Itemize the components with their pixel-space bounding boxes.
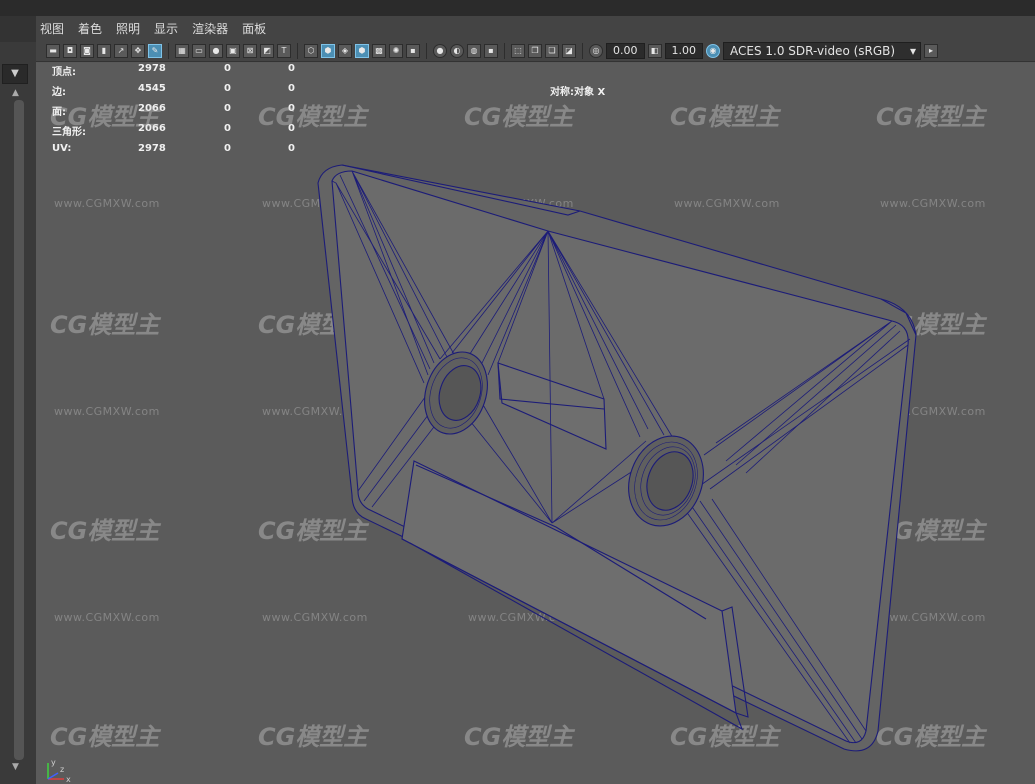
- xray-icon[interactable]: ❐: [528, 43, 542, 58]
- screen-space-ao-icon[interactable]: ●: [433, 43, 447, 58]
- color-space-dropdown[interactable]: ACES 1.0 SDR-video (sRGB) ▾: [723, 41, 921, 60]
- axis-z-label: z: [60, 765, 64, 774]
- panel-toolbar: ▬ ◘ ◙ ▮ ↗ ✥ ✎ ▦ ▭ ● ▣ ⊠ ◩ T ⬡ ⬢ ◈ ⬢ ▩ ✺ …: [36, 40, 1035, 62]
- chevron-down-icon: ▾: [909, 43, 916, 58]
- menu-lighting[interactable]: 照明: [116, 20, 140, 37]
- film-gate-icon[interactable]: ▭: [192, 43, 206, 58]
- panel-menubar: 视图 着色 照明 显示 渲染器 面板: [36, 16, 1035, 40]
- left-panel-scrollbar[interactable]: [14, 100, 24, 760]
- gamma-field[interactable]: 1.00: [664, 42, 703, 59]
- left-panel-dropdown[interactable]: ▼: [2, 64, 28, 84]
- scroll-down-icon[interactable]: ▼: [12, 762, 19, 772]
- wireframe-on-shaded-icon[interactable]: ⬢: [355, 43, 369, 58]
- safe-title-icon[interactable]: T: [277, 43, 291, 58]
- menu-panels[interactable]: 面板: [242, 20, 266, 37]
- axis-gizmo: y x z: [47, 758, 71, 784]
- bookmark-icon[interactable]: ◙: [80, 43, 94, 58]
- color-management-icon[interactable]: ◉: [706, 43, 720, 58]
- field-chart-icon[interactable]: ⊠: [243, 43, 257, 58]
- 2d-pan-zoom-icon[interactable]: ↗: [114, 43, 128, 58]
- gate-mask-icon[interactable]: ▣: [226, 43, 240, 58]
- default-material-icon[interactable]: ◈: [338, 43, 352, 58]
- color-space-label: ACES 1.0 SDR-video (sRGB): [730, 43, 896, 58]
- motion-blur-icon[interactable]: ◐: [450, 43, 464, 58]
- use-all-lights-icon[interactable]: ✺: [389, 43, 403, 58]
- camera-select-icon[interactable]: ▬: [46, 43, 60, 58]
- left-panel-header: [0, 16, 36, 42]
- menu-renderer[interactable]: 渲染器: [192, 20, 228, 37]
- depth-of-field-icon[interactable]: ▪: [484, 43, 498, 58]
- exposure-field[interactable]: 0.00: [606, 42, 645, 59]
- textured-icon[interactable]: ▩: [372, 43, 386, 58]
- top-strip: [0, 0, 1035, 17]
- image-plane-icon[interactable]: ▮: [97, 43, 111, 58]
- exposure-icon[interactable]: ◎: [589, 43, 603, 58]
- menu-view[interactable]: 视图: [40, 20, 64, 37]
- smooth-shade-icon[interactable]: ⬢: [321, 43, 335, 58]
- multisample-aa-icon[interactable]: ◍: [467, 43, 481, 58]
- grease-pencil-icon[interactable]: ✥: [131, 43, 145, 58]
- 3d-viewport[interactable]: 顶点: 2978 0 0 边: 4545 0 0 面: 2066 0 0 三角形…: [36, 63, 1035, 784]
- axis-y-label: y: [51, 758, 56, 767]
- model-wireframe: [317, 164, 917, 752]
- viewport-panel: 视图 着色 照明 显示 渲染器 面板 ▬ ◘ ◙ ▮ ↗ ✥ ✎ ▦ ▭ ● ▣…: [36, 16, 1035, 784]
- shadows-icon[interactable]: ▪: [406, 43, 420, 58]
- grid-icon[interactable]: ▦: [175, 43, 189, 58]
- panel-expand-icon[interactable]: ▸: [924, 43, 938, 58]
- scroll-up-icon[interactable]: ▲: [12, 88, 19, 98]
- xray-joints-icon[interactable]: ❏: [545, 43, 559, 58]
- safe-action-icon[interactable]: ◩: [260, 43, 274, 58]
- isolate-select-icon[interactable]: ⬚: [511, 43, 525, 58]
- menu-shading[interactable]: 着色: [78, 20, 102, 37]
- xray-components-icon[interactable]: ◪: [562, 43, 576, 58]
- gamma-icon[interactable]: ◧: [647, 43, 662, 58]
- camera-attributes-icon[interactable]: ◘: [63, 43, 77, 58]
- menu-show[interactable]: 显示: [154, 20, 178, 37]
- wireframe-icon[interactable]: ⬡: [304, 43, 318, 58]
- resolution-gate-icon[interactable]: ●: [209, 43, 223, 58]
- left-side-panel: ▼ ▲ ▼: [0, 16, 37, 784]
- pencil-icon[interactable]: ✎: [148, 43, 162, 58]
- axis-x-label: x: [66, 775, 71, 784]
